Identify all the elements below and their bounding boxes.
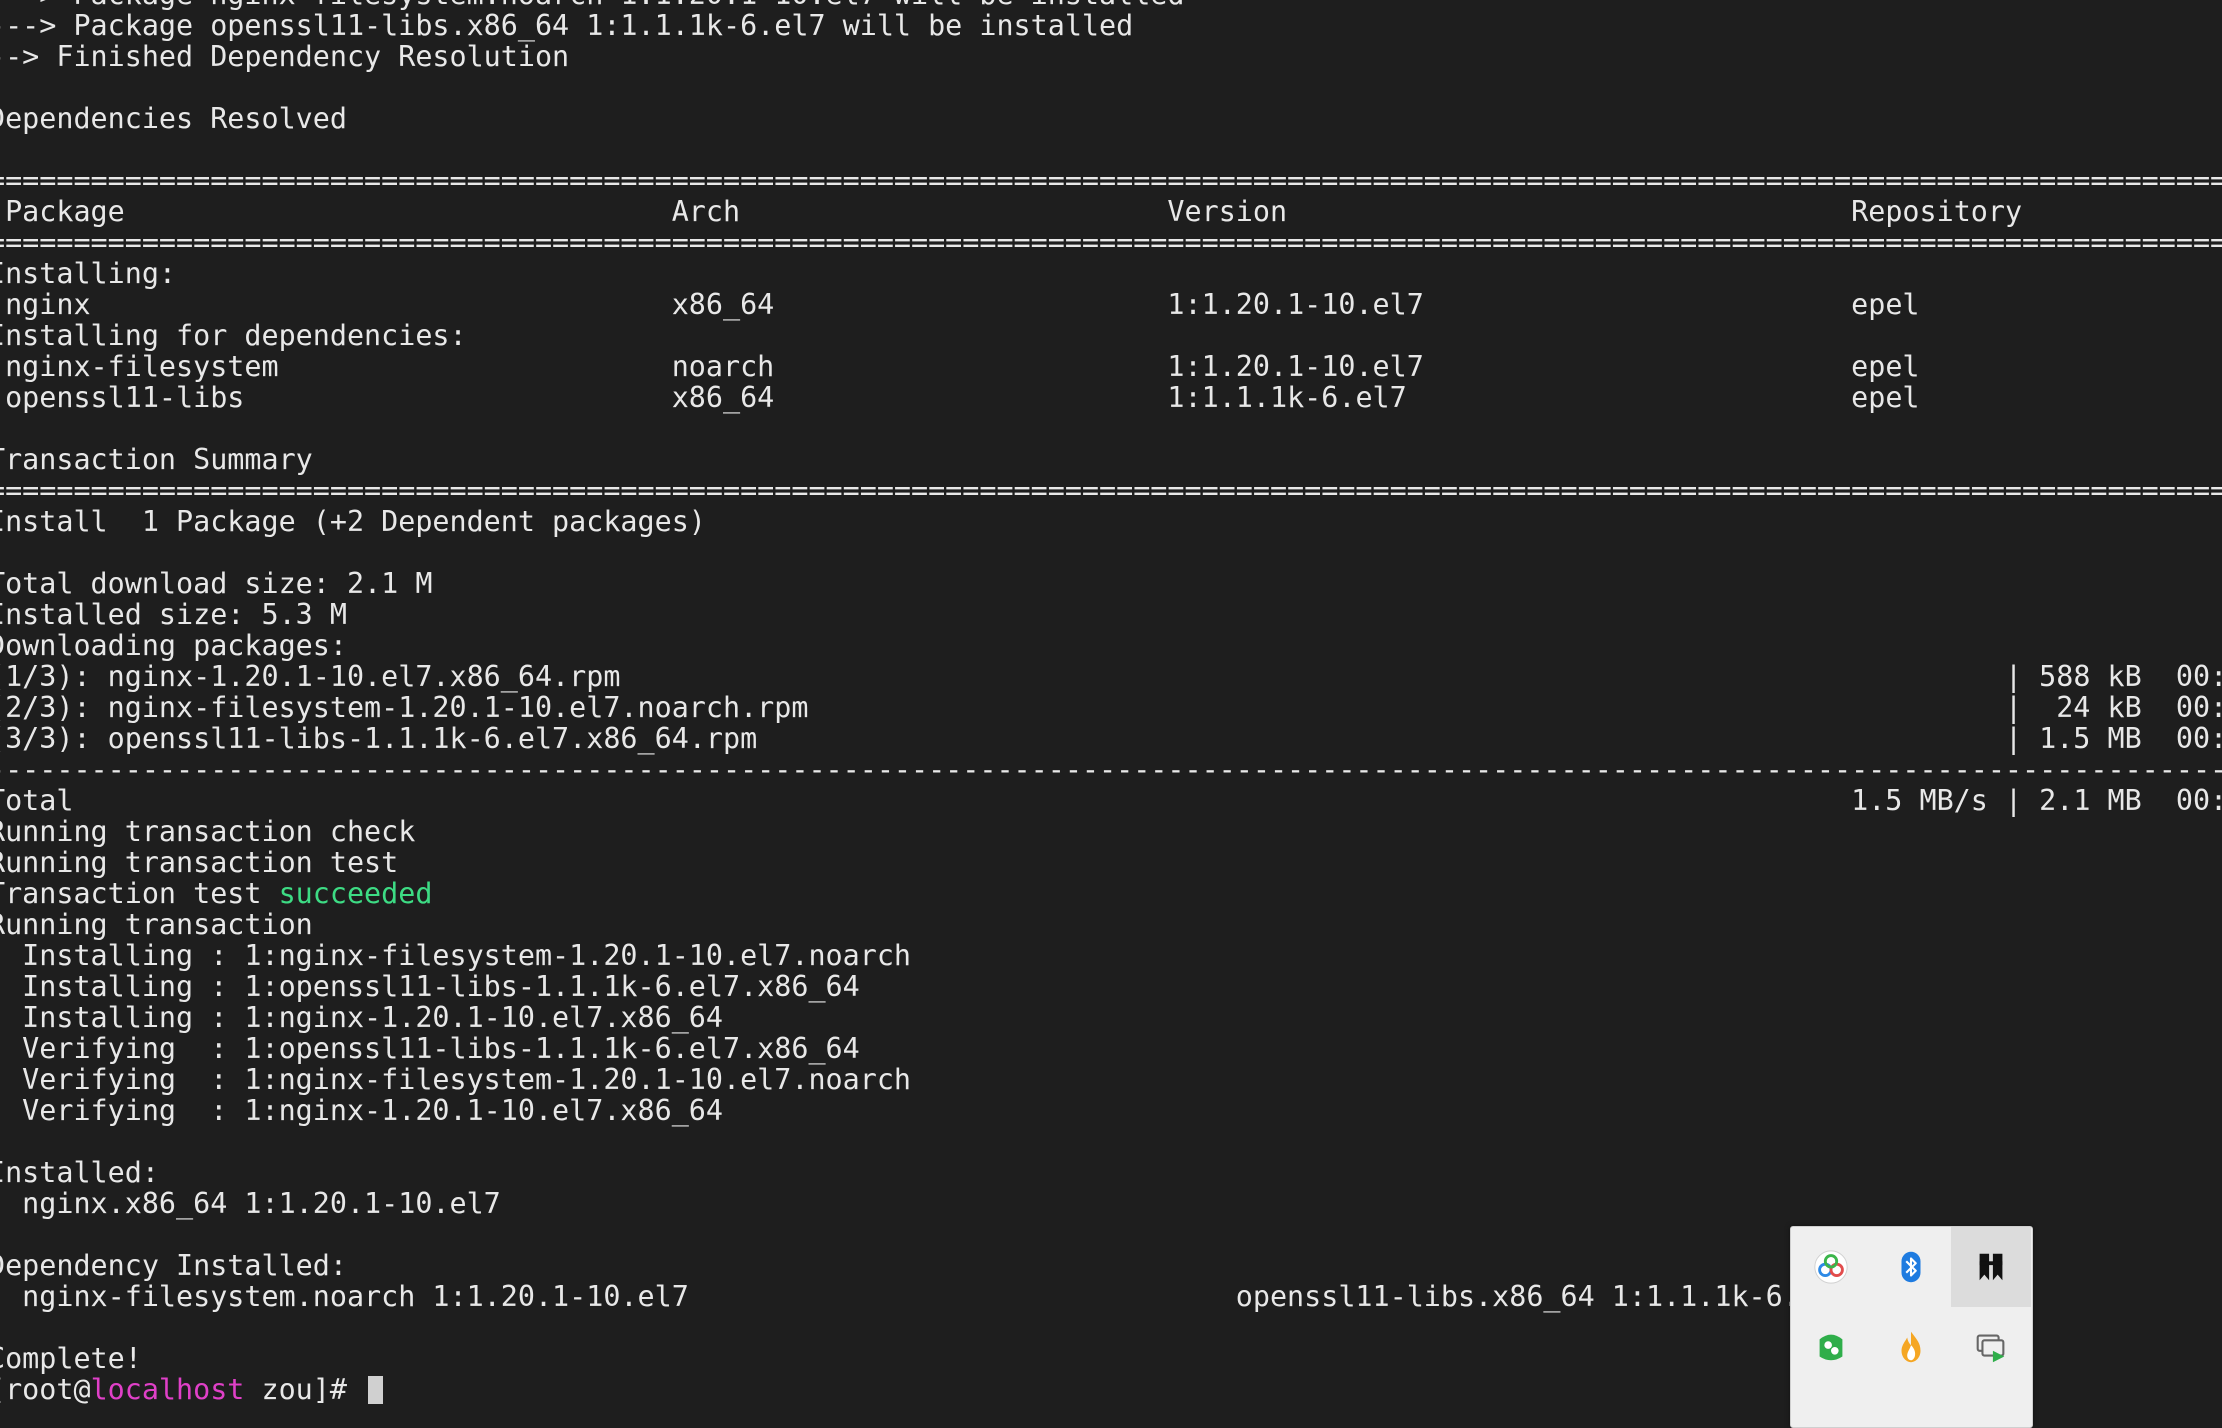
terminal-output: ---> Package nginx-filesystem.noarch 1:1…: [0, 0, 2222, 1405]
prompt-host: localhost: [90, 1373, 245, 1406]
table-cell: epel: [1851, 350, 1920, 383]
separator-line: ========================================…: [0, 165, 2222, 196]
prompt-rest: zou]#: [244, 1373, 365, 1406]
flame-app-icon[interactable]: [1871, 1307, 1951, 1387]
terminal-window[interactable]: ---> Package nginx-filesystem.noarch 1:1…: [0, 0, 2222, 1412]
output-line: Dependencies Resolved: [0, 102, 347, 135]
output-line: Install 1 Package (+2 Dependent packages…: [0, 505, 706, 538]
output-line: Verifying : 1:nginx-1.20.1-10.el7.x86_64: [0, 1094, 723, 1127]
output-line: Installing : 1:nginx-filesystem-1.20.1-1…: [0, 939, 912, 972]
system-tray-popup: [1790, 1226, 2033, 1428]
download-line: (3/3): openssl11-libs-1.1.1k-6.el7.x86_6…: [0, 723, 2222, 754]
output-line: Installing:: [0, 257, 177, 290]
separator-line: ========================================…: [0, 475, 2222, 506]
table-cell: 1:1.20.1-10.el7: [1167, 350, 1424, 383]
table-cell: x86_64: [671, 381, 775, 414]
table-cell: epel: [1851, 288, 1920, 321]
package-table-row: openssl11-libs x86_64 1:1.1.1k-6.el7 epe…: [0, 382, 2222, 413]
package-table-row: nginx x86_64 1:1.20.1-10.el7 epel 588 k: [0, 289, 2222, 320]
transaction-status-line: Transaction test succeeded: [0, 878, 2222, 909]
dependency-right: openssl11-libs.x86_64 1:1.1.1k-6.el7: [1235, 1280, 1852, 1313]
download-line: Total 1.5 MB/s | 2.1 MB 00:00:01: [0, 785, 2222, 816]
cloud-sync-icon[interactable]: [1791, 1227, 1871, 1307]
table-cell: Package: [5, 195, 125, 228]
text-cursor: [368, 1376, 384, 1404]
table-cell: 1:1.20.1-10.el7: [1167, 288, 1424, 321]
download-line: (2/3): nginx-filesystem-1.20.1-10.el7.no…: [0, 692, 2222, 723]
status-success: succeeded: [278, 877, 433, 910]
download-name: Total: [0, 784, 74, 817]
download-stats: 1.5 MB/s | 2.1 MB 00:00:01: [1851, 784, 2222, 817]
bookmark-app-icon[interactable]: [1951, 1227, 2031, 1307]
dependency-left: nginx-filesystem.noarch 1:1.20.1-10.el7: [0, 1280, 689, 1313]
output-line: Running transaction: [0, 908, 313, 941]
output-line: Installing : 1:openssl11-libs-1.1.1k-6.e…: [0, 970, 860, 1003]
package-table-row: nginx-filesystem noarch 1:1.20.1-10.el7 …: [0, 351, 2222, 382]
table-cell: noarch: [671, 350, 775, 383]
bluetooth-icon[interactable]: [1871, 1227, 1951, 1307]
table-cell: Arch: [671, 195, 741, 228]
prompt-user: [root@: [0, 1373, 91, 1406]
screen-share-icon[interactable]: [1951, 1307, 2031, 1387]
wechat-work-icon[interactable]: [1791, 1307, 1871, 1387]
status-text: Transaction test: [0, 877, 279, 910]
download-line: (1/3): nginx-1.20.1-10.el7.x86_64.rpm | …: [0, 661, 2222, 692]
table-cell: 1:1.1.1k-6.el7: [1167, 381, 1407, 414]
output-line: Total download size: 2.1 M: [0, 567, 433, 600]
output-line: Downloading packages:: [0, 629, 347, 662]
table-cell: epel: [1851, 381, 1920, 414]
table-cell: nginx: [5, 288, 91, 321]
separator-line: ----------------------------------------…: [0, 754, 2222, 785]
output-line: Running transaction check: [0, 815, 416, 848]
output-line: Running transaction test: [0, 846, 399, 879]
output-line: Verifying : 1:nginx-filesystem-1.20.1-10…: [0, 1063, 912, 1096]
download-stats: | 24 kB 00:00:00: [2004, 691, 2222, 724]
output-line: nginx.x86_64 1:1.20.1-10.el7: [0, 1187, 501, 1220]
download-name: (2/3): nginx-filesystem-1.20.1-10.el7.no…: [0, 691, 809, 724]
table-cell: openssl11-libs: [5, 381, 245, 414]
download-name: (3/3): openssl11-libs-1.1.1k-6.el7.x86_6…: [0, 722, 758, 755]
output-line: ---> Package openssl11-libs.x86_64 1:1.1…: [0, 9, 1134, 42]
table-cell: Repository: [1851, 195, 2023, 228]
output-line: Installing : 1:nginx-1.20.1-10.el7.x86_6…: [0, 1001, 723, 1034]
output-line: --> Finished Dependency Resolution: [0, 40, 570, 73]
output-line: Transaction Summary: [0, 443, 313, 476]
separator-line: ========================================…: [0, 227, 2222, 258]
output-line: Installing for dependencies:: [0, 319, 467, 352]
package-table-row: Package Arch Version Repository Size: [0, 196, 2222, 227]
table-cell: x86_64: [671, 288, 775, 321]
download-stats: | 588 kB 00:00:00: [2004, 660, 2222, 693]
download-name: (1/3): nginx-1.20.1-10.el7.x86_64.rpm: [0, 660, 621, 693]
output-line: Verifying : 1:openssl11-libs-1.1.1k-6.el…: [0, 1032, 860, 1065]
output-line: Installed:: [0, 1156, 159, 1189]
output-line: Installed size: 5.3 M: [0, 598, 347, 631]
table-cell: Version: [1167, 195, 1288, 228]
table-cell: nginx-filesystem: [5, 350, 279, 383]
download-stats: | 1.5 MB 00:00:00: [2004, 722, 2222, 755]
